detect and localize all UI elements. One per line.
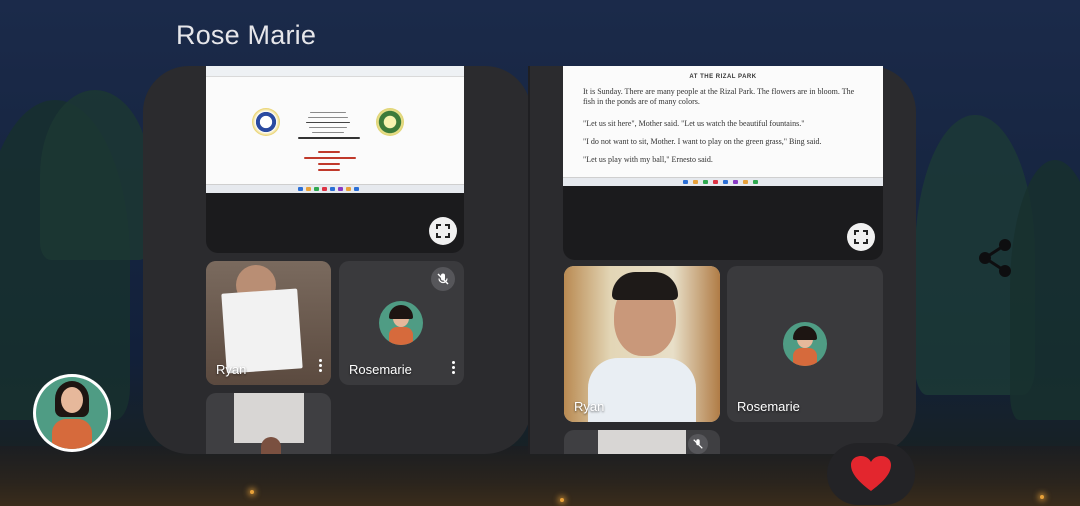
firefly — [560, 498, 564, 502]
story-username: Rose Marie — [176, 20, 317, 50]
participant-tile-ryan[interactable]: Ryan — [206, 261, 331, 385]
firefly — [250, 490, 254, 494]
taskbar-app — [354, 187, 359, 191]
shared-document — [206, 66, 464, 193]
doc-line — [318, 151, 340, 153]
taskbar-app — [298, 187, 303, 191]
document-heading: AT THE RIZAL PARK — [689, 74, 757, 80]
taskbar-app — [322, 187, 327, 191]
shared-screen-tile[interactable] — [206, 66, 464, 253]
document-paragraph: It is Sunday. There are many people at t… — [583, 87, 855, 106]
doc-line — [310, 112, 346, 113]
taskbar-app — [683, 180, 688, 184]
fullscreen-icon — [436, 224, 450, 238]
doc-line — [318, 169, 340, 171]
participant-tile-partial[interactable] — [206, 393, 331, 454]
school-seal — [376, 108, 404, 136]
taskbar-app — [306, 187, 311, 191]
participant-name: Rosemarie — [349, 362, 412, 377]
firefly — [1040, 495, 1044, 499]
mic-off-button — [431, 267, 455, 291]
person-hair — [612, 272, 678, 300]
more-options-icon[interactable] — [452, 361, 456, 375]
shared-screen-tile[interactable]: AT THE RIZAL PARK It is Sunday. There ar… — [563, 66, 883, 260]
doc-line — [318, 163, 340, 165]
doc-line — [308, 117, 348, 118]
person-head — [261, 437, 281, 454]
participant-name: Ryan — [574, 399, 605, 414]
doc-line — [306, 122, 350, 123]
taskbar-app — [713, 180, 718, 184]
fullscreen-button[interactable] — [429, 217, 457, 245]
doc-line — [309, 127, 347, 128]
participant-name: Ryan — [216, 362, 247, 377]
doc-line — [304, 157, 356, 159]
participant-tile-ryan[interactable]: Ryan — [564, 266, 720, 422]
taskbar-app — [723, 180, 728, 184]
mic-off-icon — [437, 273, 449, 285]
deped-seal — [252, 108, 280, 136]
participant-tile-partial[interactable] — [564, 430, 720, 454]
participant-tile-rosemarie[interactable]: Rosemarie — [727, 266, 883, 422]
taskbar-app — [703, 180, 708, 184]
right-screenshot-card[interactable]: AT THE RIZAL PARK It is Sunday. There ar… — [530, 66, 916, 454]
taskbar-app — [330, 187, 335, 191]
document-paragraph: "Let us play with my ball," Ernesto said… — [583, 155, 713, 164]
like-button[interactable] — [827, 443, 915, 505]
left-screenshot-card[interactable]: Ryan Rosemarie — [143, 66, 531, 454]
more-options-icon[interactable] — [319, 359, 323, 373]
taskbar — [206, 184, 464, 193]
background-ground — [0, 446, 1080, 506]
fullscreen-icon — [854, 230, 868, 244]
taskbar-app — [743, 180, 748, 184]
video-feed — [234, 393, 304, 443]
mic-off-button — [688, 434, 708, 454]
video-feed — [598, 430, 686, 454]
fullscreen-button[interactable] — [847, 223, 875, 251]
share-icon[interactable] — [976, 236, 1016, 280]
held-paper — [221, 288, 303, 374]
mic-off-icon — [693, 439, 703, 449]
avatar — [379, 301, 423, 345]
doc-line — [298, 137, 360, 139]
document-paragraph: "Let us sit here", Mother said. "Let us … — [583, 119, 805, 128]
shared-document: AT THE RIZAL PARK It is Sunday. There ar… — [563, 66, 883, 186]
document-paragraph: "I do not want to sit, Mother. I want to… — [583, 137, 822, 146]
participant-name: Rosemarie — [737, 399, 800, 414]
avatar — [783, 322, 827, 366]
taskbar-app — [338, 187, 343, 191]
taskbar-app — [693, 180, 698, 184]
taskbar-app — [753, 180, 758, 184]
doc-line — [312, 132, 344, 133]
taskbar-app — [733, 180, 738, 184]
participant-tile-rosemarie[interactable]: Rosemarie — [339, 261, 464, 385]
heart-icon — [851, 456, 891, 491]
document-ribbon — [206, 66, 464, 77]
profile-avatar[interactable] — [33, 374, 111, 452]
taskbar-app — [346, 187, 351, 191]
taskbar-app — [314, 187, 319, 191]
taskbar — [563, 177, 883, 186]
background-tree — [40, 90, 150, 260]
